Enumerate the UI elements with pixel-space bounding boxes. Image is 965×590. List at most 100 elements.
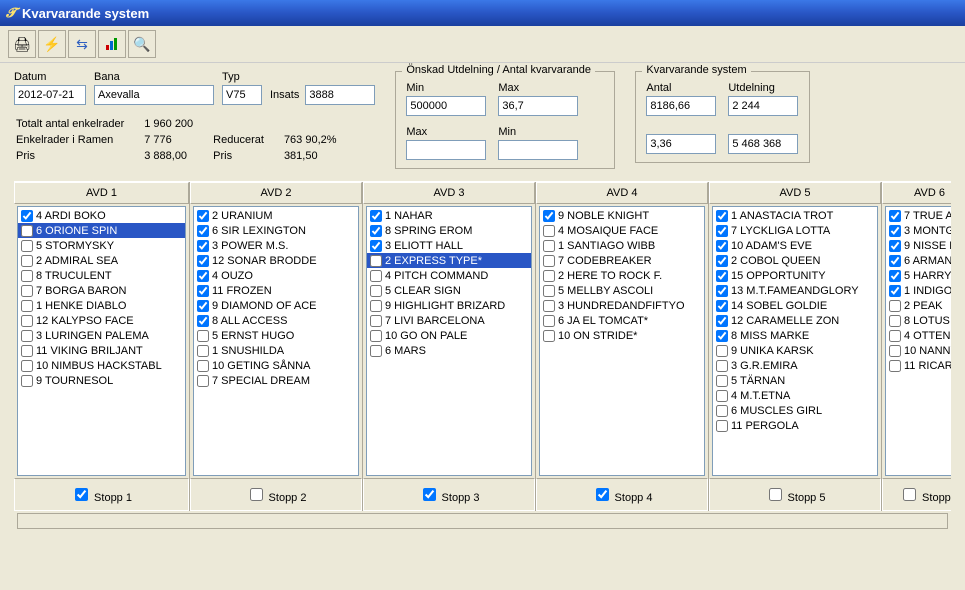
item-checkbox[interactable] [889,225,901,237]
item-checkbox[interactable] [21,255,33,267]
item-checkbox[interactable] [889,360,901,372]
list-item[interactable]: 6 JA EL TOMCAT* [540,313,704,328]
item-checkbox[interactable] [21,270,33,282]
list-item[interactable]: 5 MELLBY ASCOLI [540,283,704,298]
list-item[interactable]: 3 MONTGOM [886,223,951,238]
item-checkbox[interactable] [197,285,209,297]
avd-list[interactable]: 4 ARDI BOKO6 ORIONE SPIN5 STORMYSKY2 ADM… [17,206,186,476]
kvarv-v3-input[interactable] [646,134,716,154]
item-checkbox[interactable] [889,330,901,342]
item-checkbox[interactable] [21,345,33,357]
list-item[interactable]: 8 SPRING EROM [367,223,531,238]
list-item[interactable]: 2 HERE TO ROCK F. [540,268,704,283]
item-checkbox[interactable] [716,345,728,357]
item-checkbox[interactable] [21,375,33,387]
insats-input[interactable] [305,85,375,105]
list-item[interactable]: 10 ON STRIDE* [540,328,704,343]
list-item[interactable]: 7 BORGA BARON [18,283,185,298]
item-checkbox[interactable] [543,225,555,237]
item-checkbox[interactable] [21,330,33,342]
list-item[interactable]: 4 OUZO [194,268,358,283]
list-item[interactable]: 5 ERNST HUGO [194,328,358,343]
tool-lightning[interactable]: ⚡ [38,30,66,58]
item-checkbox[interactable] [370,240,382,252]
item-checkbox[interactable] [543,255,555,267]
kvarv-utdelning-input[interactable] [728,96,798,116]
list-item[interactable]: 2 PEAK [886,298,951,313]
list-item[interactable]: 11 VIKING BRILJANT [18,343,185,358]
list-item[interactable]: 5 HARRY HA [886,268,951,283]
onskad-max-input[interactable] [498,96,578,116]
stopp-checkbox[interactable] [769,488,782,501]
item-checkbox[interactable] [21,315,33,327]
item-checkbox[interactable] [716,210,728,222]
list-item[interactable]: 7 SPECIAL DREAM [194,373,358,388]
list-item[interactable]: 9 NOBLE KNIGHT [540,208,704,223]
item-checkbox[interactable] [197,210,209,222]
item-checkbox[interactable] [21,225,33,237]
bana-input[interactable] [94,85,214,105]
kvarv-v4-input[interactable] [728,134,798,154]
list-item[interactable]: 12 KALYPSO FACE [18,313,185,328]
item-checkbox[interactable] [370,315,382,327]
list-item[interactable]: 12 SONAR BRODDE [194,253,358,268]
item-checkbox[interactable] [543,240,555,252]
item-checkbox[interactable] [716,240,728,252]
item-checkbox[interactable] [197,255,209,267]
item-checkbox[interactable] [889,255,901,267]
item-checkbox[interactable] [370,330,382,342]
onskad-max2-input[interactable] [406,140,486,160]
avd-list[interactable]: 1 ANASTACIA TROT7 LYCKLIGA LOTTA10 ADAM'… [712,206,878,476]
list-item[interactable]: 10 NANNY F [886,343,951,358]
list-item[interactable]: 10 GETING SÅNNA [194,358,358,373]
onskad-min2-input[interactable] [498,140,578,160]
list-item[interactable]: 5 TÄRNAN [713,373,877,388]
item-checkbox[interactable] [716,405,728,417]
list-item[interactable]: 3 G.R.EMIRA [713,358,877,373]
list-item[interactable]: 5 CLEAR SIGN [367,283,531,298]
stopp-checkbox[interactable] [423,488,436,501]
item-checkbox[interactable] [21,240,33,252]
list-item[interactable]: 10 ADAM'S EVE [713,238,877,253]
item-checkbox[interactable] [543,285,555,297]
item-checkbox[interactable] [889,345,901,357]
tool-arrows[interactable]: ⇆ [68,30,96,58]
list-item[interactable]: 9 NISSE BEA [886,238,951,253]
list-item[interactable]: 1 HENKE DIABLO [18,298,185,313]
item-checkbox[interactable] [21,285,33,297]
item-checkbox[interactable] [197,330,209,342]
list-item[interactable]: 9 HIGHLIGHT BRIZARD [367,298,531,313]
item-checkbox[interactable] [716,315,728,327]
item-checkbox[interactable] [543,300,555,312]
item-checkbox[interactable] [370,225,382,237]
list-item[interactable]: 7 LYCKLIGA LOTTA [713,223,877,238]
item-checkbox[interactable] [370,255,382,267]
item-checkbox[interactable] [370,210,382,222]
list-item[interactable]: 10 NIMBUS HACKSTABL [18,358,185,373]
item-checkbox[interactable] [197,300,209,312]
list-item[interactable]: 4 MOSAIQUE FACE [540,223,704,238]
item-checkbox[interactable] [543,330,555,342]
item-checkbox[interactable] [716,225,728,237]
avd-list[interactable]: 7 TRUE ADV3 MONTGOM9 NISSE BEA6 ARMANDO5… [885,206,951,476]
item-checkbox[interactable] [197,375,209,387]
stopp-checkbox[interactable] [250,488,263,501]
list-item[interactable]: 8 MISS MARKE [713,328,877,343]
list-item[interactable]: 7 CODEBREAKER [540,253,704,268]
list-item[interactable]: 6 MARS [367,343,531,358]
list-item[interactable]: 4 ARDI BOKO [18,208,185,223]
item-checkbox[interactable] [370,300,382,312]
item-checkbox[interactable] [716,420,728,432]
item-checkbox[interactable] [889,240,901,252]
list-item[interactable]: 7 TRUE ADV [886,208,951,223]
stopp-checkbox[interactable] [903,488,916,501]
stopp-checkbox[interactable] [75,488,88,501]
item-checkbox[interactable] [197,360,209,372]
list-item[interactable]: 9 TOURNESOL [18,373,185,388]
list-item[interactable]: 11 FROZEN [194,283,358,298]
item-checkbox[interactable] [543,315,555,327]
tool-magnifier[interactable]: 🔍 [128,30,156,58]
avd-list[interactable]: 1 NAHAR8 SPRING EROM3 ELIOTT HALL2 EXPRE… [366,206,532,476]
list-item[interactable]: 6 ORIONE SPIN [18,223,185,238]
item-checkbox[interactable] [197,225,209,237]
